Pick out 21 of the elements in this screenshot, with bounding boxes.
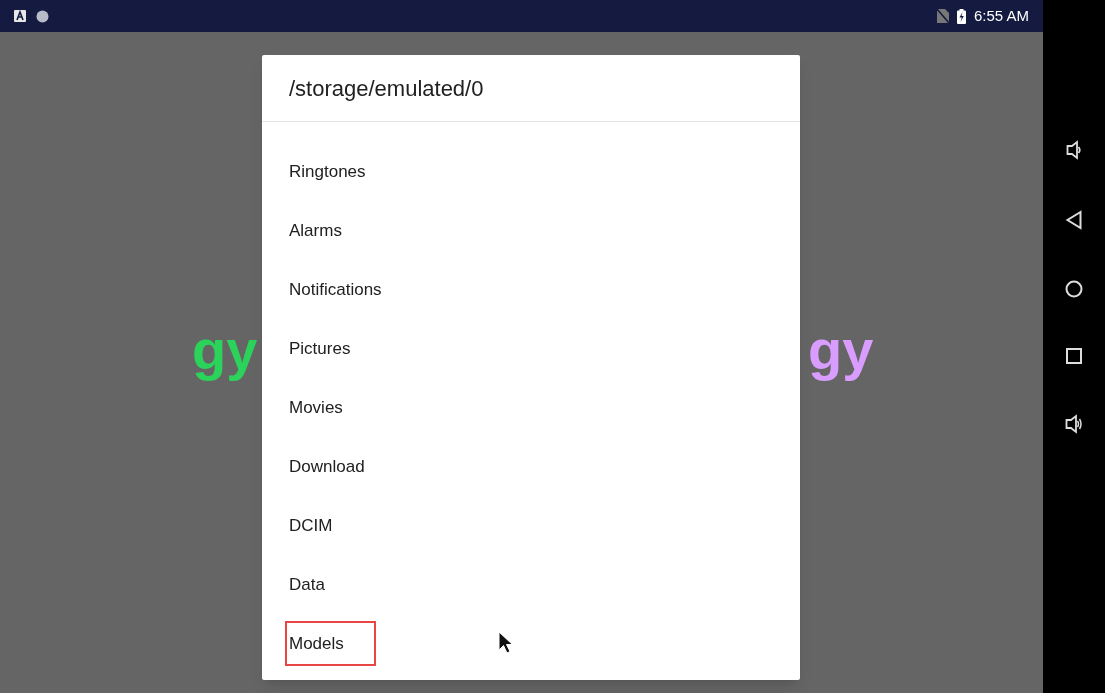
folder-item[interactable]: Models <box>285 620 376 667</box>
home-icon[interactable] <box>1065 280 1083 298</box>
folder-item[interactable]: Data <box>285 561 331 608</box>
folder-item[interactable]: Download <box>285 443 371 490</box>
app-notification-icon <box>14 10 26 22</box>
mouse-pointer-icon <box>498 631 514 655</box>
circle-notification-icon <box>36 9 49 23</box>
volume-up-icon[interactable] <box>1065 414 1083 434</box>
dialog-title: /storage/emulated/0 <box>289 74 484 103</box>
folder-item[interactable]: Alarms <box>285 207 348 254</box>
folder-item[interactable]: Movies <box>285 384 349 431</box>
battery-icon <box>956 8 966 24</box>
no-sim-icon <box>936 9 949 23</box>
clock-time: 6:55 AM <box>973 5 1029 26</box>
volume-down-icon[interactable] <box>1066 140 1082 160</box>
folder-item[interactable]: Notifications <box>285 266 388 313</box>
folder-item[interactable]: DCIM <box>285 502 339 549</box>
overview-icon[interactable] <box>1066 348 1082 364</box>
folder-item[interactable]: Pictures <box>285 325 357 372</box>
back-icon[interactable] <box>1066 210 1082 230</box>
folder-item[interactable]: Ringtones <box>285 148 372 195</box>
